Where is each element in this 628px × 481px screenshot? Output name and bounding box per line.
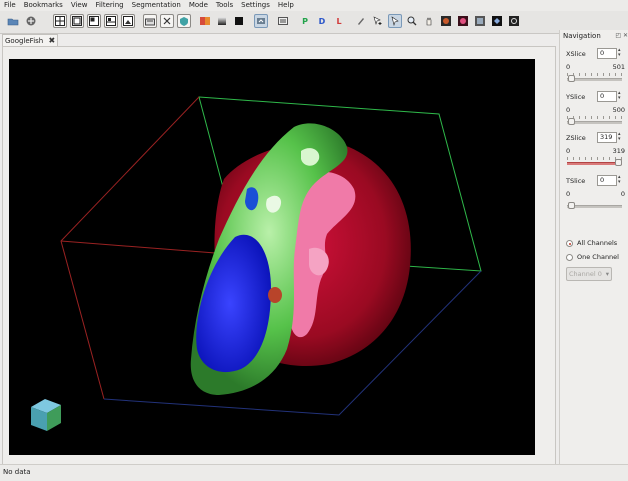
orientation-cube-icon (31, 399, 61, 431)
menu-filtering[interactable]: Filtering (91, 0, 127, 11)
menu-tools[interactable]: Tools (212, 0, 237, 11)
xslice-slider[interactable] (567, 78, 622, 81)
pointer-icon[interactable] (388, 14, 402, 28)
xslice-spinbox[interactable]: 0 (597, 48, 623, 59)
menu-mode[interactable]: Mode (185, 0, 212, 11)
tslice-slider-handle[interactable] (568, 202, 575, 209)
status-text: No data (3, 468, 31, 476)
tslice-slider[interactable] (567, 205, 622, 208)
open-icon[interactable] (6, 14, 20, 28)
yslice-ticks (567, 116, 622, 119)
tslice-spinbox[interactable]: 0 (597, 175, 623, 186)
gradient-icon[interactable] (215, 14, 229, 28)
zoom-icon[interactable] (405, 14, 419, 28)
black-square-icon[interactable] (232, 14, 246, 28)
view-3d-icon[interactable] (254, 14, 268, 28)
save-icon[interactable] (24, 14, 38, 28)
tslice-label: TSlice (566, 177, 586, 185)
yslice-spinbox[interactable]: 0 (597, 91, 623, 102)
layout-1-icon[interactable] (53, 14, 67, 28)
layout-2-icon[interactable] (70, 14, 84, 28)
plugin-4-icon[interactable] (490, 14, 504, 28)
menu-bookmarks[interactable]: Bookmarks (20, 0, 67, 11)
p-icon[interactable]: P (298, 14, 312, 28)
channel-select[interactable]: Channel 0 (566, 267, 612, 281)
zslice-ticks (567, 157, 622, 160)
yslice-max: 500 (612, 106, 625, 114)
screenshot-icon[interactable] (121, 14, 135, 28)
navigation-panel: Navigation ◰ ✕ XSlice 0 0 501 YSlice 0 0… (559, 30, 628, 464)
x-icon[interactable] (160, 14, 174, 28)
all-channels-radio[interactable] (566, 240, 573, 247)
layout-4-icon[interactable] (104, 14, 118, 28)
pointer-plus-icon[interactable] (371, 14, 385, 28)
xslice-ticks (567, 73, 622, 76)
menu-view[interactable]: View (67, 0, 92, 11)
xslice-min: 0 (566, 63, 571, 71)
xslice-max: 501 (612, 63, 625, 71)
plugin-3-icon[interactable] (473, 14, 487, 28)
menu-help[interactable]: Help (274, 0, 298, 11)
one-channel-label: One Channel (577, 253, 619, 261)
zslice-label: ZSlice (566, 134, 586, 142)
plugin-5-icon[interactable] (507, 14, 521, 28)
toolbar: P D L (0, 11, 628, 34)
plugin-2-icon[interactable] (456, 14, 470, 28)
view-slice-icon[interactable] (276, 14, 290, 28)
zslice-slider-handle[interactable] (615, 159, 622, 166)
pen-icon[interactable] (354, 14, 368, 28)
zslice-slider[interactable] (567, 162, 622, 165)
render-3d-viewport[interactable] (9, 59, 535, 455)
yslice-label: YSlice (566, 93, 586, 101)
color-icon[interactable] (198, 14, 212, 28)
zslice-min: 0 (566, 147, 571, 155)
yslice-min: 0 (566, 106, 571, 114)
panel-controls[interactable]: ◰ ✕ (615, 32, 628, 39)
tab-label: GoogleFish (5, 37, 44, 45)
xslice-slider-handle[interactable] (568, 75, 575, 82)
status-bar: No data (0, 464, 628, 481)
yslice-slider[interactable] (567, 121, 622, 124)
volume-rendering (31, 96, 482, 431)
menu-segmentation[interactable]: Segmentation (128, 0, 185, 11)
tab-bar: GoogleFish ✖ (0, 33, 558, 47)
d-icon[interactable]: D (315, 14, 329, 28)
xslice-label: XSlice (566, 50, 586, 58)
all-channels-label: All Channels (577, 239, 618, 247)
tslice-min: 0 (566, 190, 571, 198)
layout-3-icon[interactable] (87, 14, 101, 28)
navigation-title: Navigation (563, 32, 601, 40)
hand-icon[interactable] (422, 14, 436, 28)
tslice-max: 0 (620, 190, 625, 198)
menu-settings[interactable]: Settings (237, 0, 274, 11)
menu-file[interactable]: File (0, 0, 20, 11)
zslice-spinbox[interactable]: 319 (597, 132, 623, 143)
yslice-slider-handle[interactable] (568, 118, 575, 125)
one-channel-radio[interactable] (566, 254, 573, 261)
scissors-icon[interactable] (143, 14, 157, 28)
menu-bar: File Bookmarks View Filtering Segmentati… (0, 0, 628, 11)
l-icon[interactable]: L (332, 14, 346, 28)
plugin-1-icon[interactable] (439, 14, 453, 28)
zslice-max: 319 (612, 147, 625, 155)
shield-icon[interactable] (177, 14, 191, 28)
